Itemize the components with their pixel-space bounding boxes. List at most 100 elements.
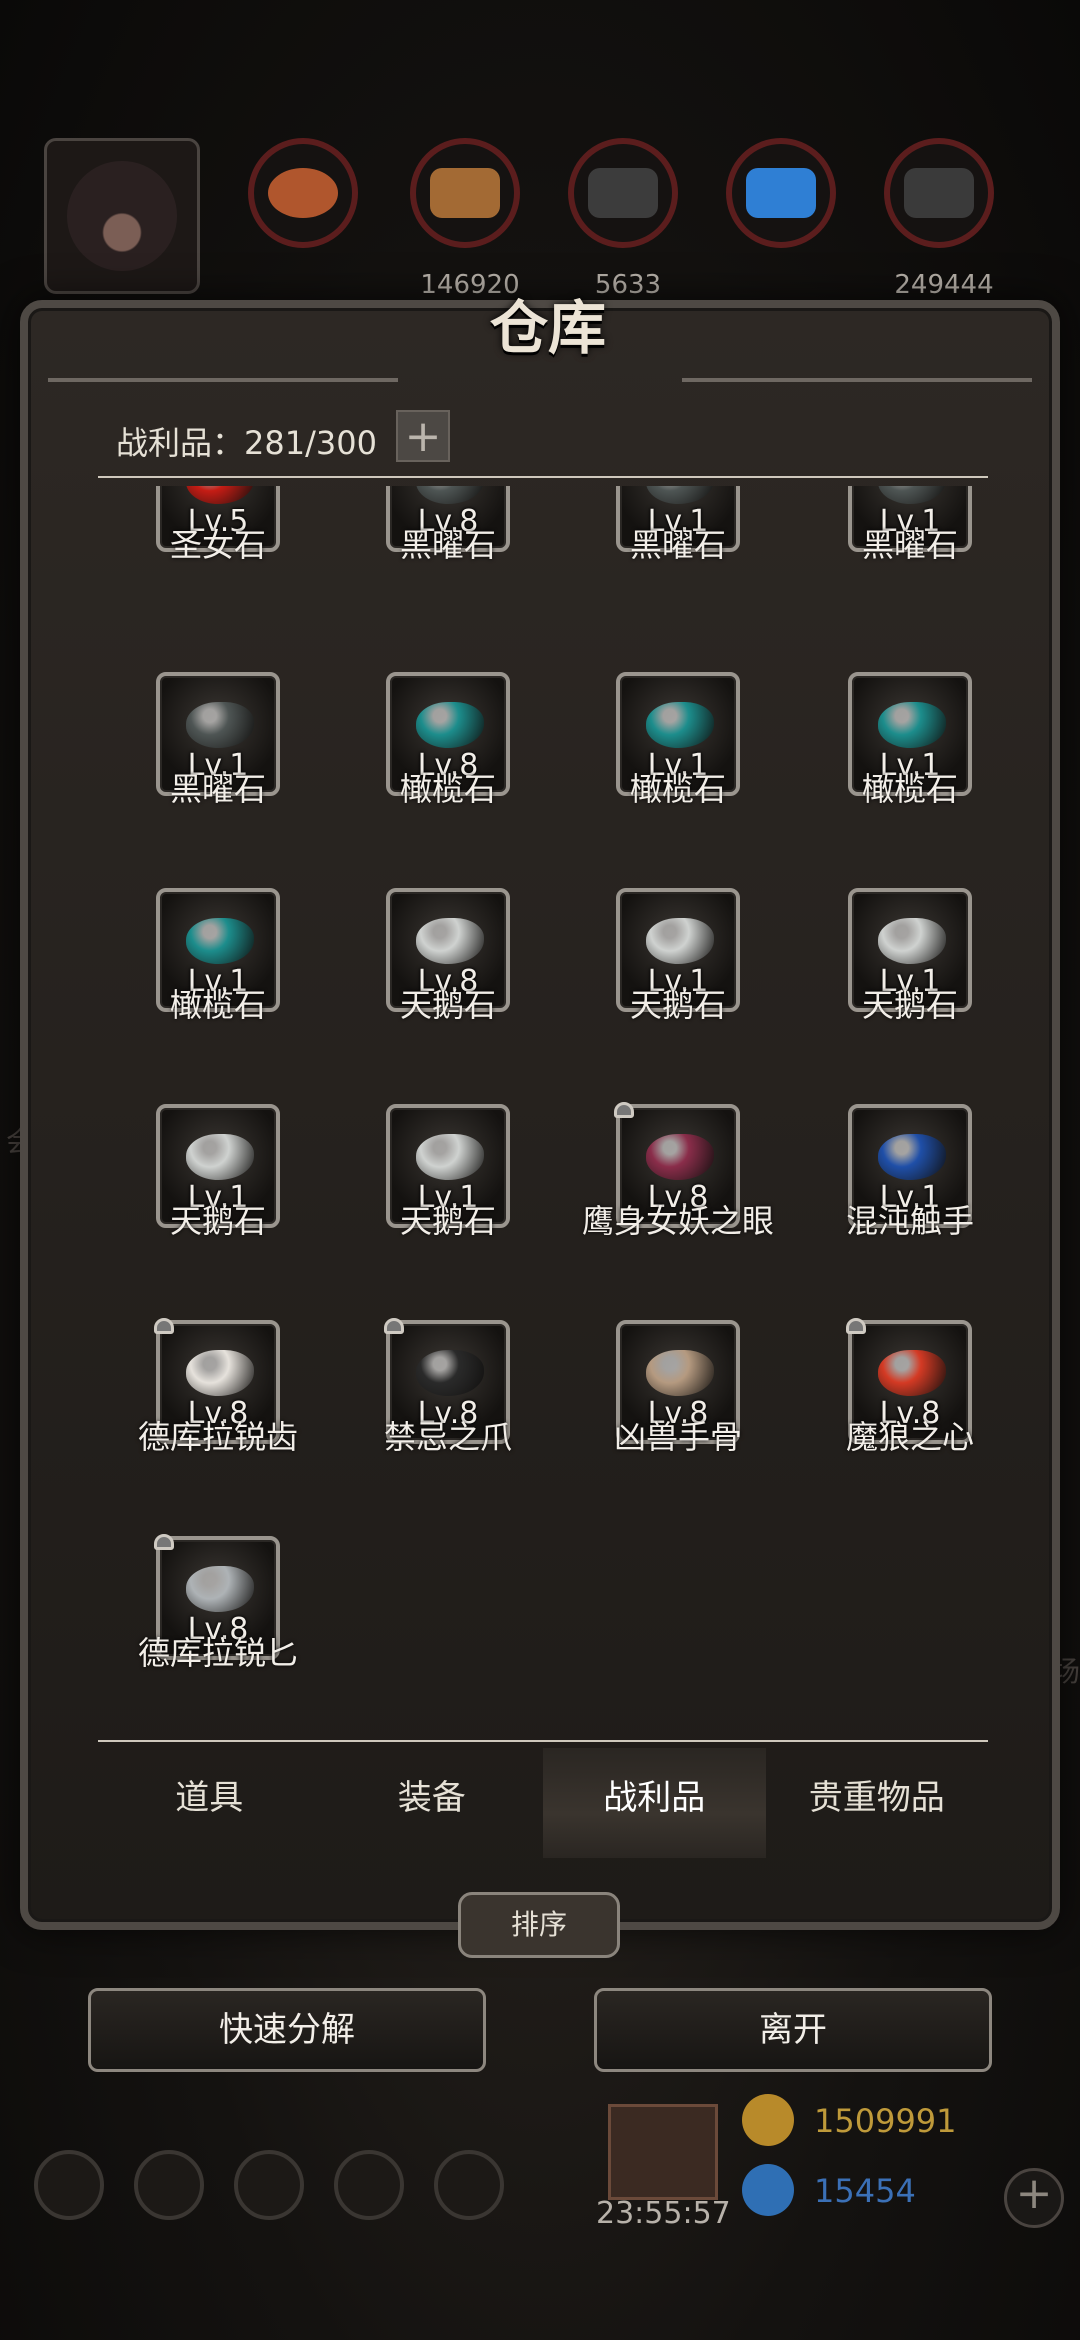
handshake-icon[interactable] — [434, 2150, 504, 2220]
item-image-icon — [878, 486, 946, 504]
expand-capacity-button[interactable]: + — [396, 410, 450, 462]
item-name: 天鹅石 — [629, 986, 726, 1024]
item-image-icon — [646, 918, 714, 964]
item-name: 鹰身女妖之眼 — [581, 1202, 774, 1240]
item-name: 黑曜石 — [861, 526, 958, 564]
lock-icon — [614, 1102, 634, 1118]
title-ornament-left — [48, 308, 398, 382]
item-name: 黑曜石 — [629, 526, 726, 564]
avatar-portrait-icon — [67, 161, 177, 271]
item-cell[interactable]: Lv.8 禁忌之爪 — [336, 1318, 566, 1520]
inventory-capacity: 战利品：281/300 — [116, 424, 377, 462]
gift-timer: 23:55:57 — [596, 2196, 731, 2231]
leave-button[interactable]: 离开 — [594, 1988, 992, 2072]
castle-icon[interactable] — [234, 2150, 304, 2220]
resource-copper[interactable] — [248, 138, 368, 258]
item-cell[interactable]: Lv.1 天鹅石 — [566, 888, 796, 1088]
item-name: 天鹅石 — [861, 986, 958, 1024]
item-name: 圣女石 — [169, 526, 266, 564]
tab-equipment[interactable]: 装备 — [321, 1748, 544, 1858]
item-name: 魔狼之心 — [845, 1418, 974, 1456]
wood-plank-icon — [430, 168, 500, 218]
crystal-icon — [746, 168, 816, 218]
copper-ore-icon — [268, 168, 338, 218]
item-cell[interactable]: Lv.1 黑曜石 — [798, 486, 1028, 628]
item-image-icon — [878, 1350, 946, 1396]
item-cell[interactable]: Lv.1 橄榄石 — [798, 672, 1028, 872]
item-cell[interactable]: Lv.1 橄榄石 — [566, 672, 796, 872]
settings-gear-icon[interactable] — [34, 2150, 104, 2220]
item-cell[interactable]: Lv.1 混沌触手 — [798, 1104, 1028, 1304]
item-cell[interactable]: Lv.1 天鹅石 — [106, 1104, 336, 1304]
tab-valuables[interactable]: 贵重物品 — [766, 1748, 989, 1858]
item-image-icon — [186, 702, 254, 748]
lock-icon — [846, 1318, 866, 1334]
item-cell[interactable]: Lv.5 圣女石 — [106, 486, 336, 628]
item-image-icon — [416, 918, 484, 964]
item-image-icon — [646, 702, 714, 748]
item-image-icon — [186, 1134, 254, 1180]
item-cell[interactable]: Lv.8 德库拉锐齿 — [106, 1318, 336, 1520]
item-cell[interactable]: Lv.8 魔狼之心 — [798, 1318, 1028, 1520]
item-cell[interactable]: Lv.1 黑曜石 — [106, 672, 336, 872]
item-name: 黑曜石 — [399, 526, 496, 564]
item-cell[interactable]: Lv.8 橄榄石 — [336, 672, 566, 872]
gift-box-icon[interactable] — [608, 2104, 718, 2200]
add-currency-button[interactable]: + — [1004, 2168, 1064, 2228]
resource-count: 249444 — [894, 270, 994, 300]
player-avatar[interactable] — [44, 138, 200, 294]
warehouse-dialog: 仓库 战利品：281/300 + Lv.5 圣女石 Lv.8 黑曜石 Lv.1 黑曜石 Lv… — [20, 294, 1060, 1930]
iron-ingot-icon — [588, 168, 658, 218]
tab-items[interactable]: 道具 — [98, 1748, 321, 1858]
item-image-icon — [646, 1350, 714, 1396]
item-name: 混沌触手 — [845, 1202, 974, 1240]
item-image-icon — [878, 918, 946, 964]
item-cell[interactable]: Lv.8 天鹅石 — [336, 888, 566, 1088]
resource-wood[interactable]: 146920 — [410, 138, 530, 300]
resource-iron[interactable]: 5633 — [568, 138, 688, 300]
item-name: 黑曜石 — [169, 770, 266, 808]
item-name: 天鹅石 — [399, 986, 496, 1024]
item-cell[interactable]: Lv.1 天鹅石 — [336, 1104, 566, 1304]
quick-decompose-button[interactable]: 快速分解 — [88, 1988, 486, 2072]
item-name: 禁忌之爪 — [383, 1418, 512, 1456]
item-cell[interactable]: Lv.1 天鹅石 — [798, 888, 1028, 1088]
mail-icon[interactable] — [334, 2150, 404, 2220]
item-cell[interactable]: Lv.8 德库拉锐匕 — [106, 1534, 336, 1716]
resource-stone[interactable]: 249444 — [884, 138, 1004, 300]
item-cell[interactable]: Lv.8 鹰身女妖之眼 — [566, 1102, 796, 1304]
lock-icon — [154, 1318, 174, 1334]
item-image-icon — [878, 702, 946, 748]
menu-icon[interactable] — [134, 2150, 204, 2220]
stone-icon — [904, 168, 974, 218]
lock-icon — [384, 1318, 404, 1334]
resource-bar: 146920 5633 249444 — [0, 120, 1080, 300]
item-name: 橄榄石 — [399, 770, 496, 808]
item-image-icon — [416, 702, 484, 748]
item-image-icon — [646, 486, 714, 504]
item-name: 天鹅石 — [399, 1202, 496, 1240]
lock-icon — [154, 1534, 174, 1550]
item-name: 德库拉锐齿 — [137, 1418, 298, 1456]
item-name: 德库拉锐匕 — [137, 1634, 298, 1672]
item-cell[interactable]: Lv.8 凶兽手骨 — [566, 1320, 796, 1520]
item-cell[interactable]: Lv.1 橄榄石 — [106, 888, 336, 1088]
item-cell[interactable]: Lv.1 黑曜石 — [566, 486, 796, 628]
item-grid: Lv.5 圣女石 Lv.8 黑曜石 Lv.1 黑曜石 Lv.1 黑曜石 Lv.1 黑曜石 Lv.8 橄… — [68, 486, 1028, 1716]
item-image-icon — [646, 1134, 714, 1180]
gold-currency: 1509991 — [742, 2094, 1002, 2154]
divider — [98, 1740, 988, 1742]
dialog-title: 仓库 — [489, 294, 606, 362]
divider — [98, 476, 988, 478]
blue-gem-icon — [742, 2164, 794, 2216]
tab-loot[interactable]: 战利品 — [543, 1748, 766, 1858]
resource-crystal[interactable] — [726, 138, 846, 258]
sort-button[interactable]: 排序 — [458, 1892, 620, 1958]
item-image-icon — [416, 1350, 484, 1396]
item-name: 天鹅石 — [169, 1202, 266, 1240]
item-image-icon — [186, 1350, 254, 1396]
item-name: 橄榄石 — [861, 770, 958, 808]
category-tabs: 道具 装备 战利品 贵重物品 — [98, 1748, 988, 1858]
item-name: 橄榄石 — [169, 986, 266, 1024]
item-cell[interactable]: Lv.8 黑曜石 — [336, 486, 566, 628]
